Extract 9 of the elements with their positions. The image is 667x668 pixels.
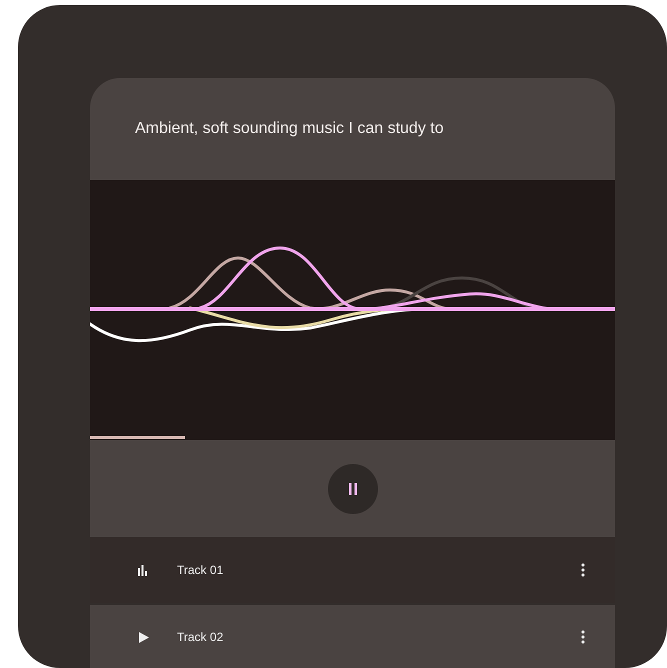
pause-icon	[348, 482, 358, 494]
more-options-icon[interactable]	[581, 563, 585, 577]
equalizer-icon	[138, 564, 149, 576]
play-icon	[138, 632, 149, 642]
track-row[interactable]: Track 02	[90, 605, 615, 668]
track-title: Track 02	[177, 630, 224, 644]
prompt-text: Ambient, soft sounding music I can study to	[135, 120, 444, 138]
more-options-icon[interactable]	[581, 630, 585, 644]
track-title: Track 01	[177, 563, 224, 577]
